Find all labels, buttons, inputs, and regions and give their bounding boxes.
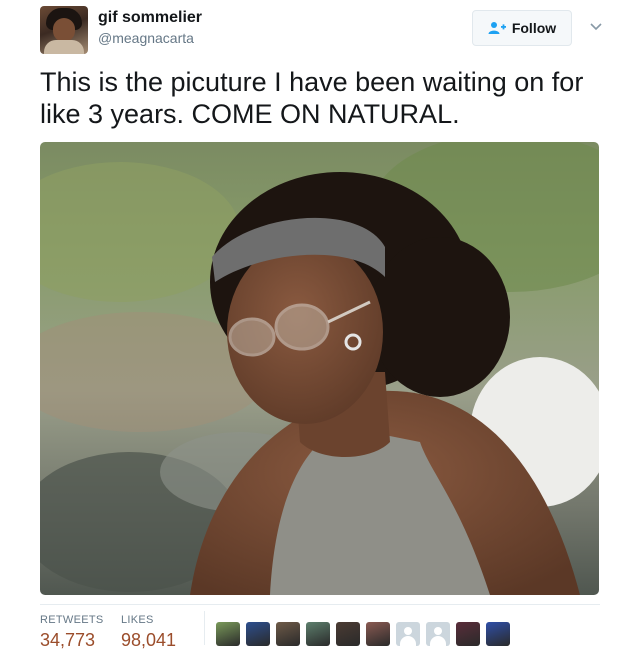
- user-names[interactable]: gif sommelier @meagnacarta: [98, 8, 202, 47]
- user-handle[interactable]: @meagnacarta: [98, 29, 202, 47]
- tweet-stats: RETWEETS 34,773 LIKES 98,041: [40, 604, 600, 650]
- stats-divider: [204, 611, 205, 645]
- liker-avatars: [216, 622, 516, 646]
- retweets-stat[interactable]: RETWEETS 34,773: [40, 614, 104, 650]
- retweets-label: RETWEETS: [40, 614, 104, 626]
- liker-avatar[interactable]: [366, 622, 390, 646]
- tweet-photo[interactable]: [40, 142, 599, 595]
- liker-avatar[interactable]: [456, 622, 480, 646]
- follow-button[interactable]: Follow: [472, 10, 572, 46]
- follow-user-icon: [488, 21, 506, 35]
- likes-count: 98,041: [121, 630, 177, 650]
- likes-label: LIKES: [121, 614, 154, 626]
- user-avatar[interactable]: [40, 6, 88, 54]
- liker-avatar[interactable]: [396, 622, 420, 646]
- display-name[interactable]: gif sommelier: [98, 8, 202, 28]
- liker-avatar[interactable]: [246, 622, 270, 646]
- likes-stat[interactable]: LIKES 98,041: [121, 614, 176, 650]
- liker-avatar[interactable]: [276, 622, 300, 646]
- liker-avatar[interactable]: [336, 622, 360, 646]
- tweet-card: gif sommelier @meagnacarta Follow This i…: [0, 0, 637, 650]
- liker-avatar[interactable]: [216, 622, 240, 646]
- follow-button-label: Follow: [511, 20, 557, 36]
- liker-avatar[interactable]: [306, 622, 330, 646]
- tweet-header: gif sommelier @meagnacarta Follow: [40, 6, 610, 56]
- liker-avatar[interactable]: [426, 622, 450, 646]
- liker-avatar[interactable]: [486, 622, 510, 646]
- chevron-down-icon[interactable]: [586, 16, 606, 36]
- retweets-count: 34,773: [40, 630, 96, 650]
- tweet-text: This is the picuture I have been waiting…: [40, 67, 584, 129]
